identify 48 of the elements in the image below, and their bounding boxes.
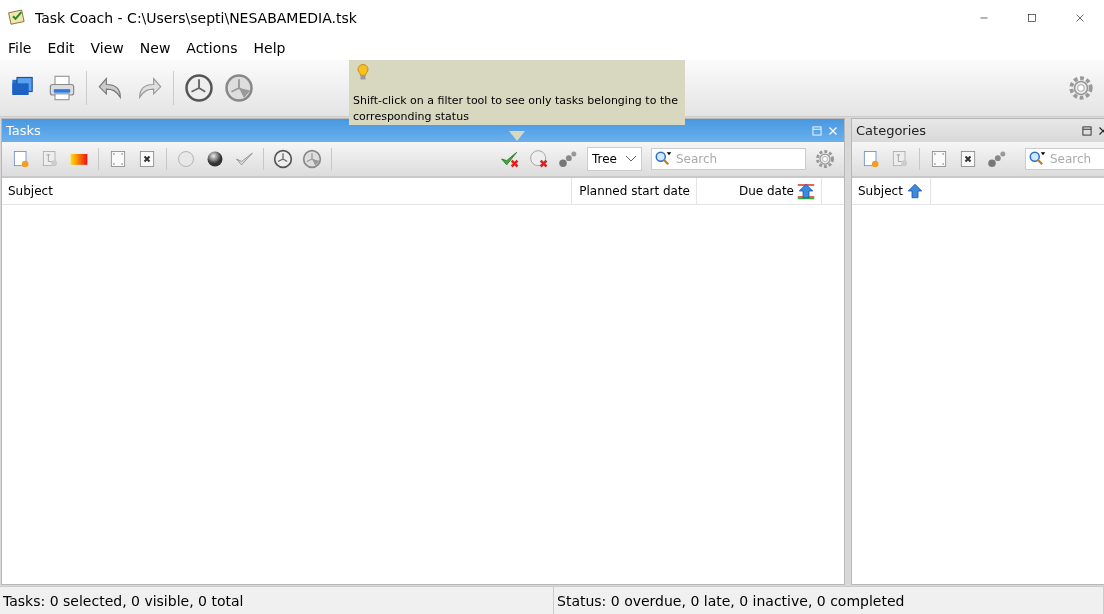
clock-icon[interactable] [302,149,322,169]
pane-title: Tasks [6,123,42,138]
delete-box-icon[interactable] [137,149,157,169]
column-header[interactable]: Subject [2,178,572,204]
restore-icon[interactable] [1080,123,1094,138]
circle-cross-icon[interactable] [529,149,549,169]
column-header[interactable]: Subject [852,178,931,204]
app-logo-icon [8,8,28,28]
clock-icon[interactable] [224,73,254,103]
printer-icon[interactable] [48,74,76,102]
menu-item[interactable]: File [0,40,40,56]
menu-item[interactable]: Actions [178,40,246,56]
search-field[interactable]: Search [1025,148,1104,170]
empty-circle-icon[interactable] [176,149,196,169]
sort-arrow-icon [905,182,924,200]
chevron-icon [625,155,637,163]
search-icon [654,150,672,168]
clock-icon[interactable] [273,149,293,169]
new-page-icon[interactable] [861,149,881,169]
new-page-icon[interactable] [11,149,31,169]
menu-item[interactable]: New [131,40,179,56]
column-header[interactable]: Planned start date [572,178,697,204]
selection-frame-icon[interactable] [108,149,128,169]
sphere-icon[interactable] [205,149,225,169]
column-header[interactable]: Due date [697,178,822,204]
sort-arrow-icon [797,182,815,200]
settings-icon[interactable] [815,149,835,169]
delete-box-icon[interactable] [958,149,978,169]
settings-icon[interactable] [1068,75,1094,101]
search-field[interactable]: Search [651,148,806,170]
restore-icon[interactable] [810,123,824,138]
menu-item[interactable]: View [82,40,132,56]
view-dropdown[interactable]: Tree [587,147,642,171]
selection-frame-icon[interactable] [929,149,949,169]
status-text: Status: 0 overdue, 0 late, 0 inactive, 0 completed [554,587,1104,614]
menu-item[interactable]: Help [245,40,294,56]
menu-item[interactable]: Edit [39,40,83,56]
spheres-icon[interactable] [987,149,1007,169]
status-text: Tasks: 0 selected, 0 visible, 0 total [0,587,554,614]
subtask-page-icon[interactable] [890,149,910,169]
spheres-icon[interactable] [558,149,578,169]
check-cross-icon[interactable] [500,149,520,169]
clock-icon[interactable] [184,73,214,103]
tooltip-text: Shift-click on a filter tool to see only tasks belonging to the corresponding status [353,93,679,125]
window-title: Task Coach - C:\Users\septi\NESABAMEDIA.tsk [35,10,358,26]
pane-title: Categories [856,123,928,138]
subtask-page-icon[interactable] [40,149,60,169]
search-icon [1028,150,1046,168]
